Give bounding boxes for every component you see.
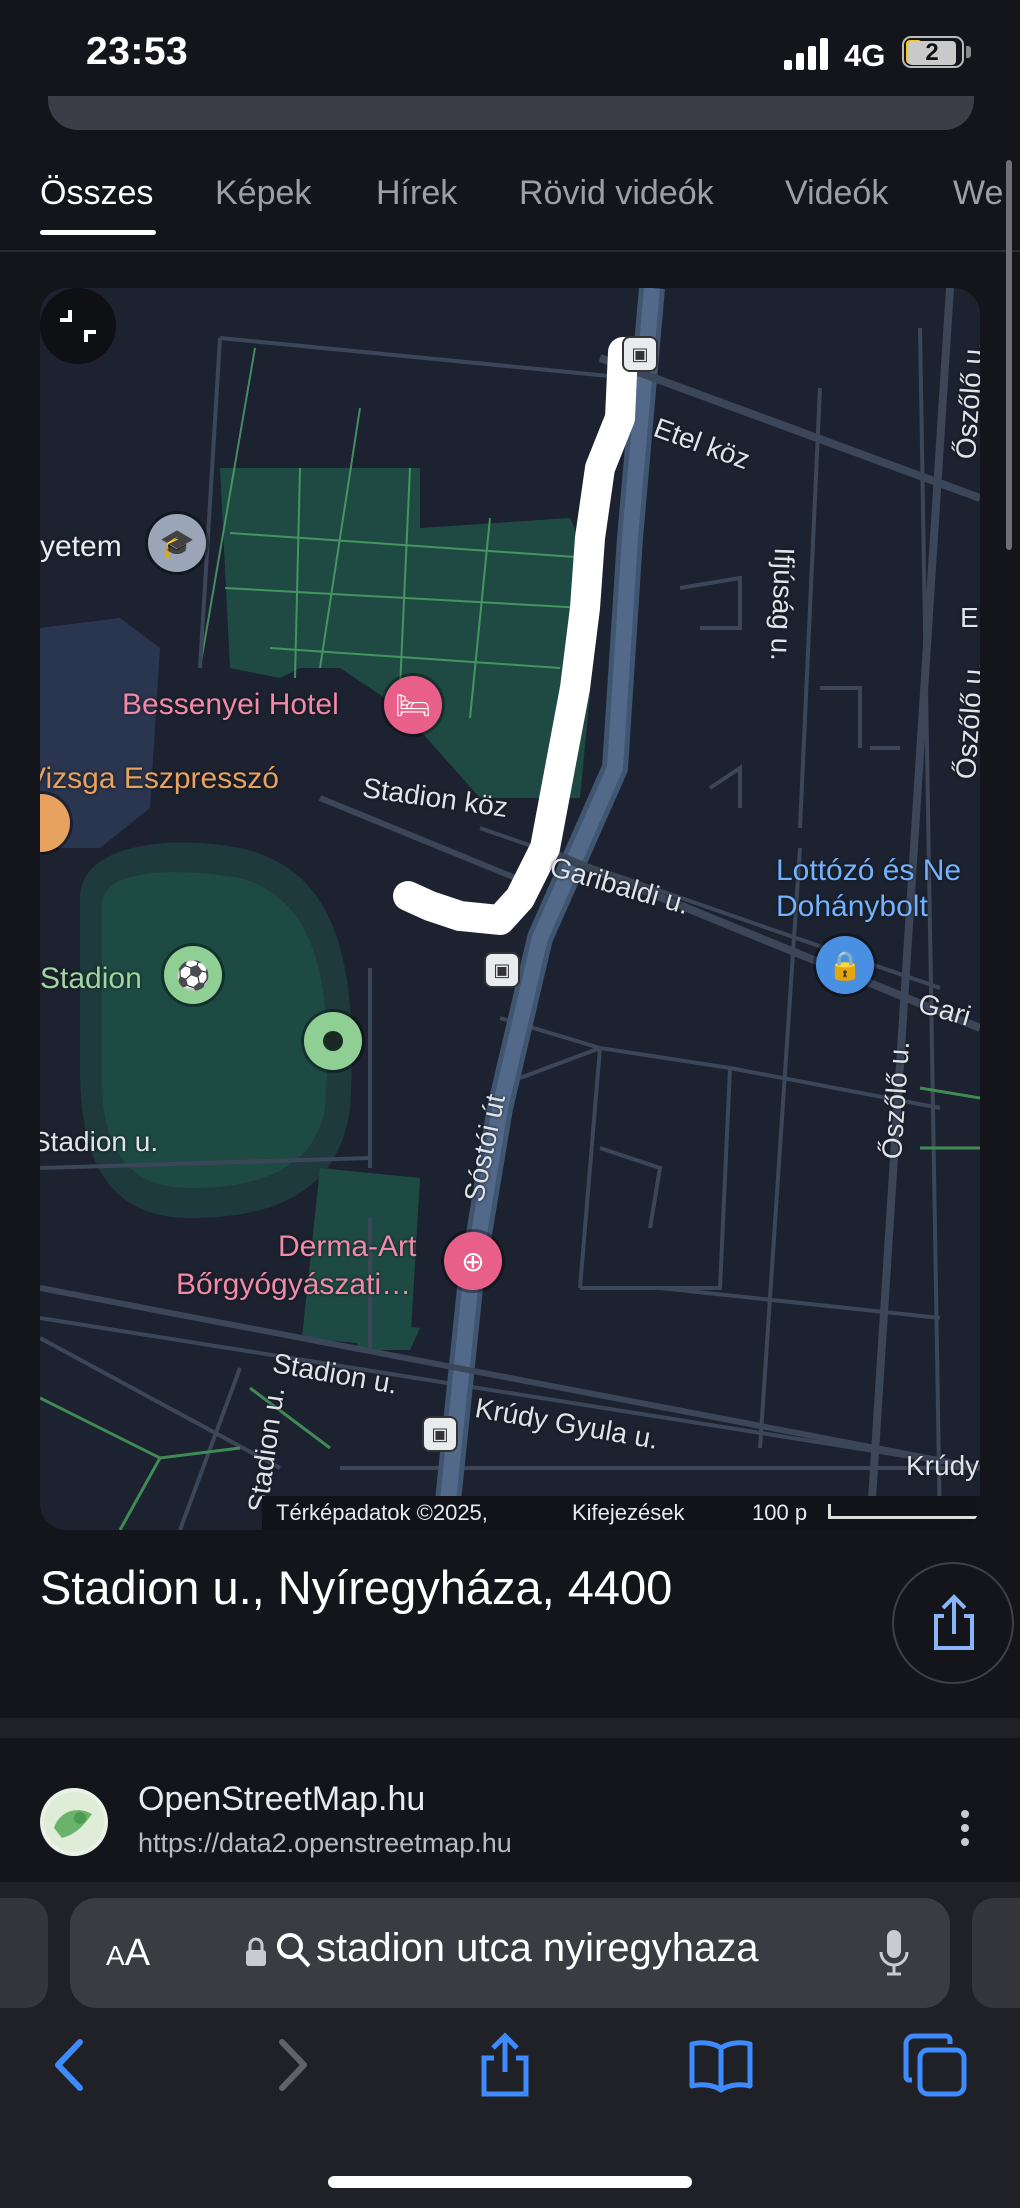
tabs-icon[interactable] <box>900 2030 970 2100</box>
hotel-pin-icon[interactable]: 🛏 <box>384 676 442 734</box>
map-terms-link[interactable]: Kifejezések <box>572 1500 685 1526</box>
site-favicon <box>40 1788 108 1856</box>
bus-stop-icon[interactable]: ▣ <box>422 1416 458 1452</box>
clinic-pin-icon[interactable]: ⊕ <box>444 1232 502 1290</box>
cafe-label: Vizsga Eszpresszó <box>40 762 279 795</box>
tab-web[interactable]: We <box>953 174 1003 213</box>
map-scale-label: 100 p <box>752 1500 808 1525</box>
map-view[interactable]: 🎓 yetem 🛏 Bessenyei Hotel Vizsga Eszpres… <box>40 288 980 1530</box>
forward-icon[interactable] <box>256 2030 326 2100</box>
microphone-icon[interactable] <box>878 1928 910 1978</box>
section-divider <box>0 1718 1020 1738</box>
shop-pin-icon[interactable]: 🔒 <box>816 936 874 994</box>
battery-icon: 2 <box>902 36 964 68</box>
shop-label-1: Lottózó és Ne <box>776 854 962 887</box>
next-tab-preview[interactable] <box>972 1898 1020 2008</box>
tab-all[interactable]: Összes <box>40 174 153 213</box>
tab-videos[interactable]: Videók <box>785 174 888 213</box>
shop-label-2: Dohánybolt <box>776 890 928 923</box>
place-address: Stadion u., Nyíregyháza, 4400 <box>40 1561 673 1614</box>
result-title[interactable]: OpenStreetMap.hu <box>138 1780 425 1819</box>
hotel-label: Bessenyei Hotel <box>122 688 339 721</box>
share-icon <box>934 1594 974 1650</box>
back-icon[interactable] <box>36 2030 106 2100</box>
collapse-map-icon[interactable] <box>40 288 116 364</box>
tab-news[interactable]: Hírek <box>376 174 457 213</box>
battery-cap <box>966 46 971 58</box>
share-icon[interactable] <box>470 2030 540 2100</box>
tab-images[interactable]: Képek <box>215 174 311 213</box>
bus-stop-icon[interactable]: ▣ <box>622 336 658 372</box>
active-tab-indicator <box>40 230 156 235</box>
result-url[interactable]: https://data2.openstreetmap.hu <box>138 1828 512 1859</box>
more-options-icon[interactable] <box>950 1808 980 1848</box>
tab-short-videos[interactable]: Rövid videók <box>519 174 714 213</box>
reader-settings-button[interactable]: AA <box>106 1932 150 1975</box>
map-copyright: Térképadatok ©2025, <box>276 1500 488 1525</box>
map-scale-bar <box>828 1504 980 1519</box>
previous-tab-preview[interactable] <box>0 1898 48 2008</box>
stadium-pin-icon[interactable]: ⚽ <box>164 946 222 1004</box>
street-ifjusag: Ifjúság u. <box>765 546 800 662</box>
street-e-edge: E <box>960 602 979 633</box>
search-tabs: Összes Képek Hírek Rövid videók Videók W… <box>0 170 1020 252</box>
university-label: yetem <box>40 530 122 563</box>
share-place-button[interactable] <box>892 1562 1014 1684</box>
clinic-label-1: Derma-Art <box>278 1230 417 1263</box>
battery-level: 2 <box>908 41 956 65</box>
home-indicator[interactable] <box>328 2176 692 2188</box>
street-krudy-edge: Krúdy <box>906 1450 980 1481</box>
address-bar[interactable]: AA stadion utca nyiregyhaza <box>70 1898 950 2008</box>
place-pin-icon[interactable] <box>304 1012 362 1070</box>
map-attribution: Térképadatok ©2025, Kifejezések 100 p <box>262 1496 980 1530</box>
status-time: 23:53 <box>86 30 189 73</box>
university-pin-icon[interactable]: 🎓 <box>148 514 206 572</box>
address-bar-query[interactable]: stadion utca nyiregyhaza <box>316 1926 759 1971</box>
signal-icon <box>784 38 828 70</box>
lock-icon <box>246 1937 266 1966</box>
bus-stop-icon[interactable]: ▣ <box>484 952 520 988</box>
bookmarks-icon[interactable] <box>686 2030 756 2100</box>
stadium-label: Stadion <box>40 962 142 995</box>
search-box[interactable] <box>48 96 974 130</box>
street-stadion-1: Stadion u. <box>40 1126 159 1157</box>
page-scrollbar[interactable] <box>1006 160 1012 550</box>
network-type: 4G <box>844 38 886 73</box>
search-icon <box>277 1933 311 1968</box>
clinic-label-2: Bőrgyógyászati… <box>176 1268 412 1301</box>
